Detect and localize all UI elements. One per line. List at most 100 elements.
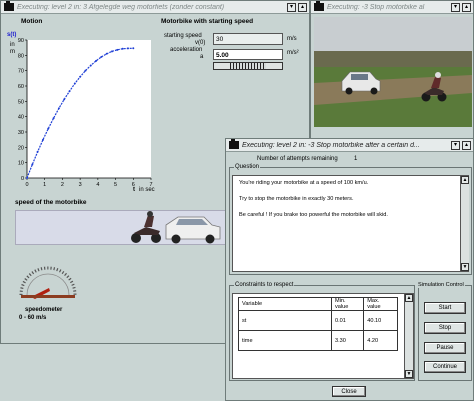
motorbike-video-frame — [314, 17, 472, 127]
table-row: time 3.30 4.20 — [238, 330, 398, 351]
data-point — [100, 55, 103, 58]
data-point — [47, 127, 50, 130]
simulation-control-group: Simulation Control Start Stop Pause Cont… — [417, 282, 472, 381]
video-window: Executing: -3 Stop motorbike al ▾ ▴ — [310, 0, 474, 140]
maximize-icon[interactable]: ▴ — [462, 2, 471, 12]
minimize-icon[interactable]: ▾ — [451, 140, 460, 150]
constraints-group: Constraints to respect Variable Min. val… — [229, 282, 415, 381]
y-tick-label: 20 — [18, 145, 24, 151]
acceleration-slider-thumb[interactable] — [230, 63, 266, 69]
y-tick-label: 50 — [18, 99, 24, 105]
starting-speed-field[interactable]: 30 — [213, 33, 283, 45]
data-point — [57, 107, 60, 110]
exercise-window-titlebar[interactable]: Executing: level 2 in: -3 Stop motorbike… — [226, 139, 473, 152]
starting-speed-symbol: v(0) — [195, 40, 206, 46]
panel-title: Motorbike with starting speed — [161, 18, 254, 25]
maximize-icon[interactable]: ▴ — [462, 140, 471, 150]
x-tick-label: 2 — [61, 182, 64, 188]
constraints-label: Constraints to respect — [234, 282, 295, 288]
acceleration-slider[interactable] — [213, 62, 283, 70]
y-tick-label: 0 — [21, 176, 24, 182]
data-point — [111, 50, 114, 53]
speedometer-range: 0 - 60 m/s — [19, 315, 47, 321]
data-point — [89, 64, 92, 67]
acceleration-label: acceleration — [170, 47, 203, 53]
minimize-icon[interactable]: ▾ — [451, 2, 460, 12]
window-menu-icon[interactable] — [4, 1, 14, 11]
x-tick-label: 0 — [25, 182, 28, 188]
starting-speed-label: starting speed — [164, 33, 202, 39]
table-header-row: Variable Min. value Max. value — [238, 297, 398, 311]
motion-label: Motion — [21, 18, 43, 25]
motion-chart-svg: 90807060504030201000 1 2 3 4 5 6 7 — [18, 38, 153, 188]
data-point — [95, 59, 98, 62]
question-line-2: Try to stop the motorbike in exactly 30 … — [239, 196, 354, 202]
data-point — [132, 47, 135, 50]
x-tick-label: 5 — [114, 182, 117, 188]
stop-button[interactable]: Stop — [424, 322, 466, 334]
exercise-window-title: Executing: level 2 in: -3 Stop motorbike… — [242, 141, 420, 149]
window-menu-icon[interactable] — [314, 1, 324, 11]
table-cell: st — [238, 310, 332, 331]
table-row: st 0.01 40.10 — [238, 310, 398, 331]
data-point — [73, 82, 76, 85]
data-point — [26, 177, 28, 179]
x-tick-label: 1 — [43, 182, 46, 188]
x-axis-unit: in sec — [139, 187, 155, 193]
data-point — [105, 52, 108, 55]
data-point — [121, 47, 124, 50]
acceleration-unit: m/s² — [287, 50, 299, 56]
question-line-1: You're riding your motorbike at a speed … — [239, 180, 369, 186]
window-menu-icon[interactable] — [229, 139, 239, 149]
y-tick-label: 30 — [18, 130, 24, 136]
table-cell: 40.10 — [363, 310, 398, 331]
question-scrollbar[interactable]: ▲ ▼ — [460, 176, 469, 271]
maximize-icon[interactable]: ▴ — [298, 2, 307, 12]
speed-label: speed of the motorbike — [15, 199, 87, 206]
video-window-titlebar[interactable]: Executing: -3 Stop motorbike al ▾ ▴ — [311, 1, 473, 14]
minimize-icon[interactable]: ▾ — [287, 2, 296, 12]
scroll-down-icon[interactable]: ▼ — [405, 370, 413, 378]
column-header: Min. value — [330, 297, 365, 311]
data-point — [41, 138, 44, 141]
scroll-up-icon[interactable]: ▲ — [405, 294, 413, 302]
data-point — [116, 48, 119, 51]
y-tick-label: 60 — [18, 84, 24, 90]
motion-window-titlebar[interactable]: Executing: level 2 in: 3 Afgelegde weg m… — [1, 1, 309, 14]
data-point — [84, 69, 87, 72]
scroll-up-icon[interactable]: ▲ — [461, 176, 469, 184]
attempts-label: Number of attempts remaining — [257, 156, 338, 162]
exercise-window: Executing: level 2 in: -3 Stop motorbike… — [225, 138, 474, 401]
table-cell: 3.30 — [330, 330, 365, 351]
y-tick-label: 70 — [18, 69, 24, 75]
simulation-control-label: Simulation Control — [417, 282, 465, 288]
speedometer-label: speedometer — [25, 307, 63, 313]
y-tick-label: 80 — [18, 53, 24, 59]
constraints-table-box: Variable Min. value Max. value st 0.01 4… — [232, 293, 414, 379]
question-line-3: Be careful ! If you brake too powerful t… — [239, 212, 388, 218]
data-point — [126, 47, 129, 50]
question-label: Question — [234, 164, 261, 170]
x-tick-label: 4 — [96, 182, 99, 188]
acceleration-field[interactable]: 5.00 — [213, 49, 283, 60]
pause-button[interactable]: Pause — [424, 342, 466, 354]
y-tick-label: 10 — [18, 161, 24, 167]
attempts-value: 1 — [354, 156, 358, 162]
y-tick-label: 90 — [18, 38, 24, 44]
data-point — [52, 117, 55, 120]
question-group: Question You're riding your motorbike at… — [229, 164, 472, 275]
start-button[interactable]: Start — [424, 302, 466, 314]
scroll-down-icon[interactable]: ▼ — [461, 263, 469, 271]
close-button[interactable]: Close — [332, 386, 366, 397]
constraints-scrollbar[interactable]: ▲ ▼ — [404, 294, 413, 378]
y-tick-label: 40 — [18, 115, 24, 121]
table-cell: 4.20 — [363, 330, 398, 351]
continue-button[interactable]: Continue — [424, 361, 466, 373]
plot-area — [27, 40, 151, 178]
constraints-table: Variable Min. value Max. value st 0.01 4… — [238, 297, 398, 351]
question-textbox[interactable]: You're riding your motorbike at a speed … — [232, 175, 469, 272]
video-window-title: Executing: -3 Stop motorbike al — [327, 3, 425, 11]
column-header: Max. value — [363, 297, 398, 311]
data-point — [36, 150, 39, 153]
table-cell: time — [238, 330, 332, 351]
